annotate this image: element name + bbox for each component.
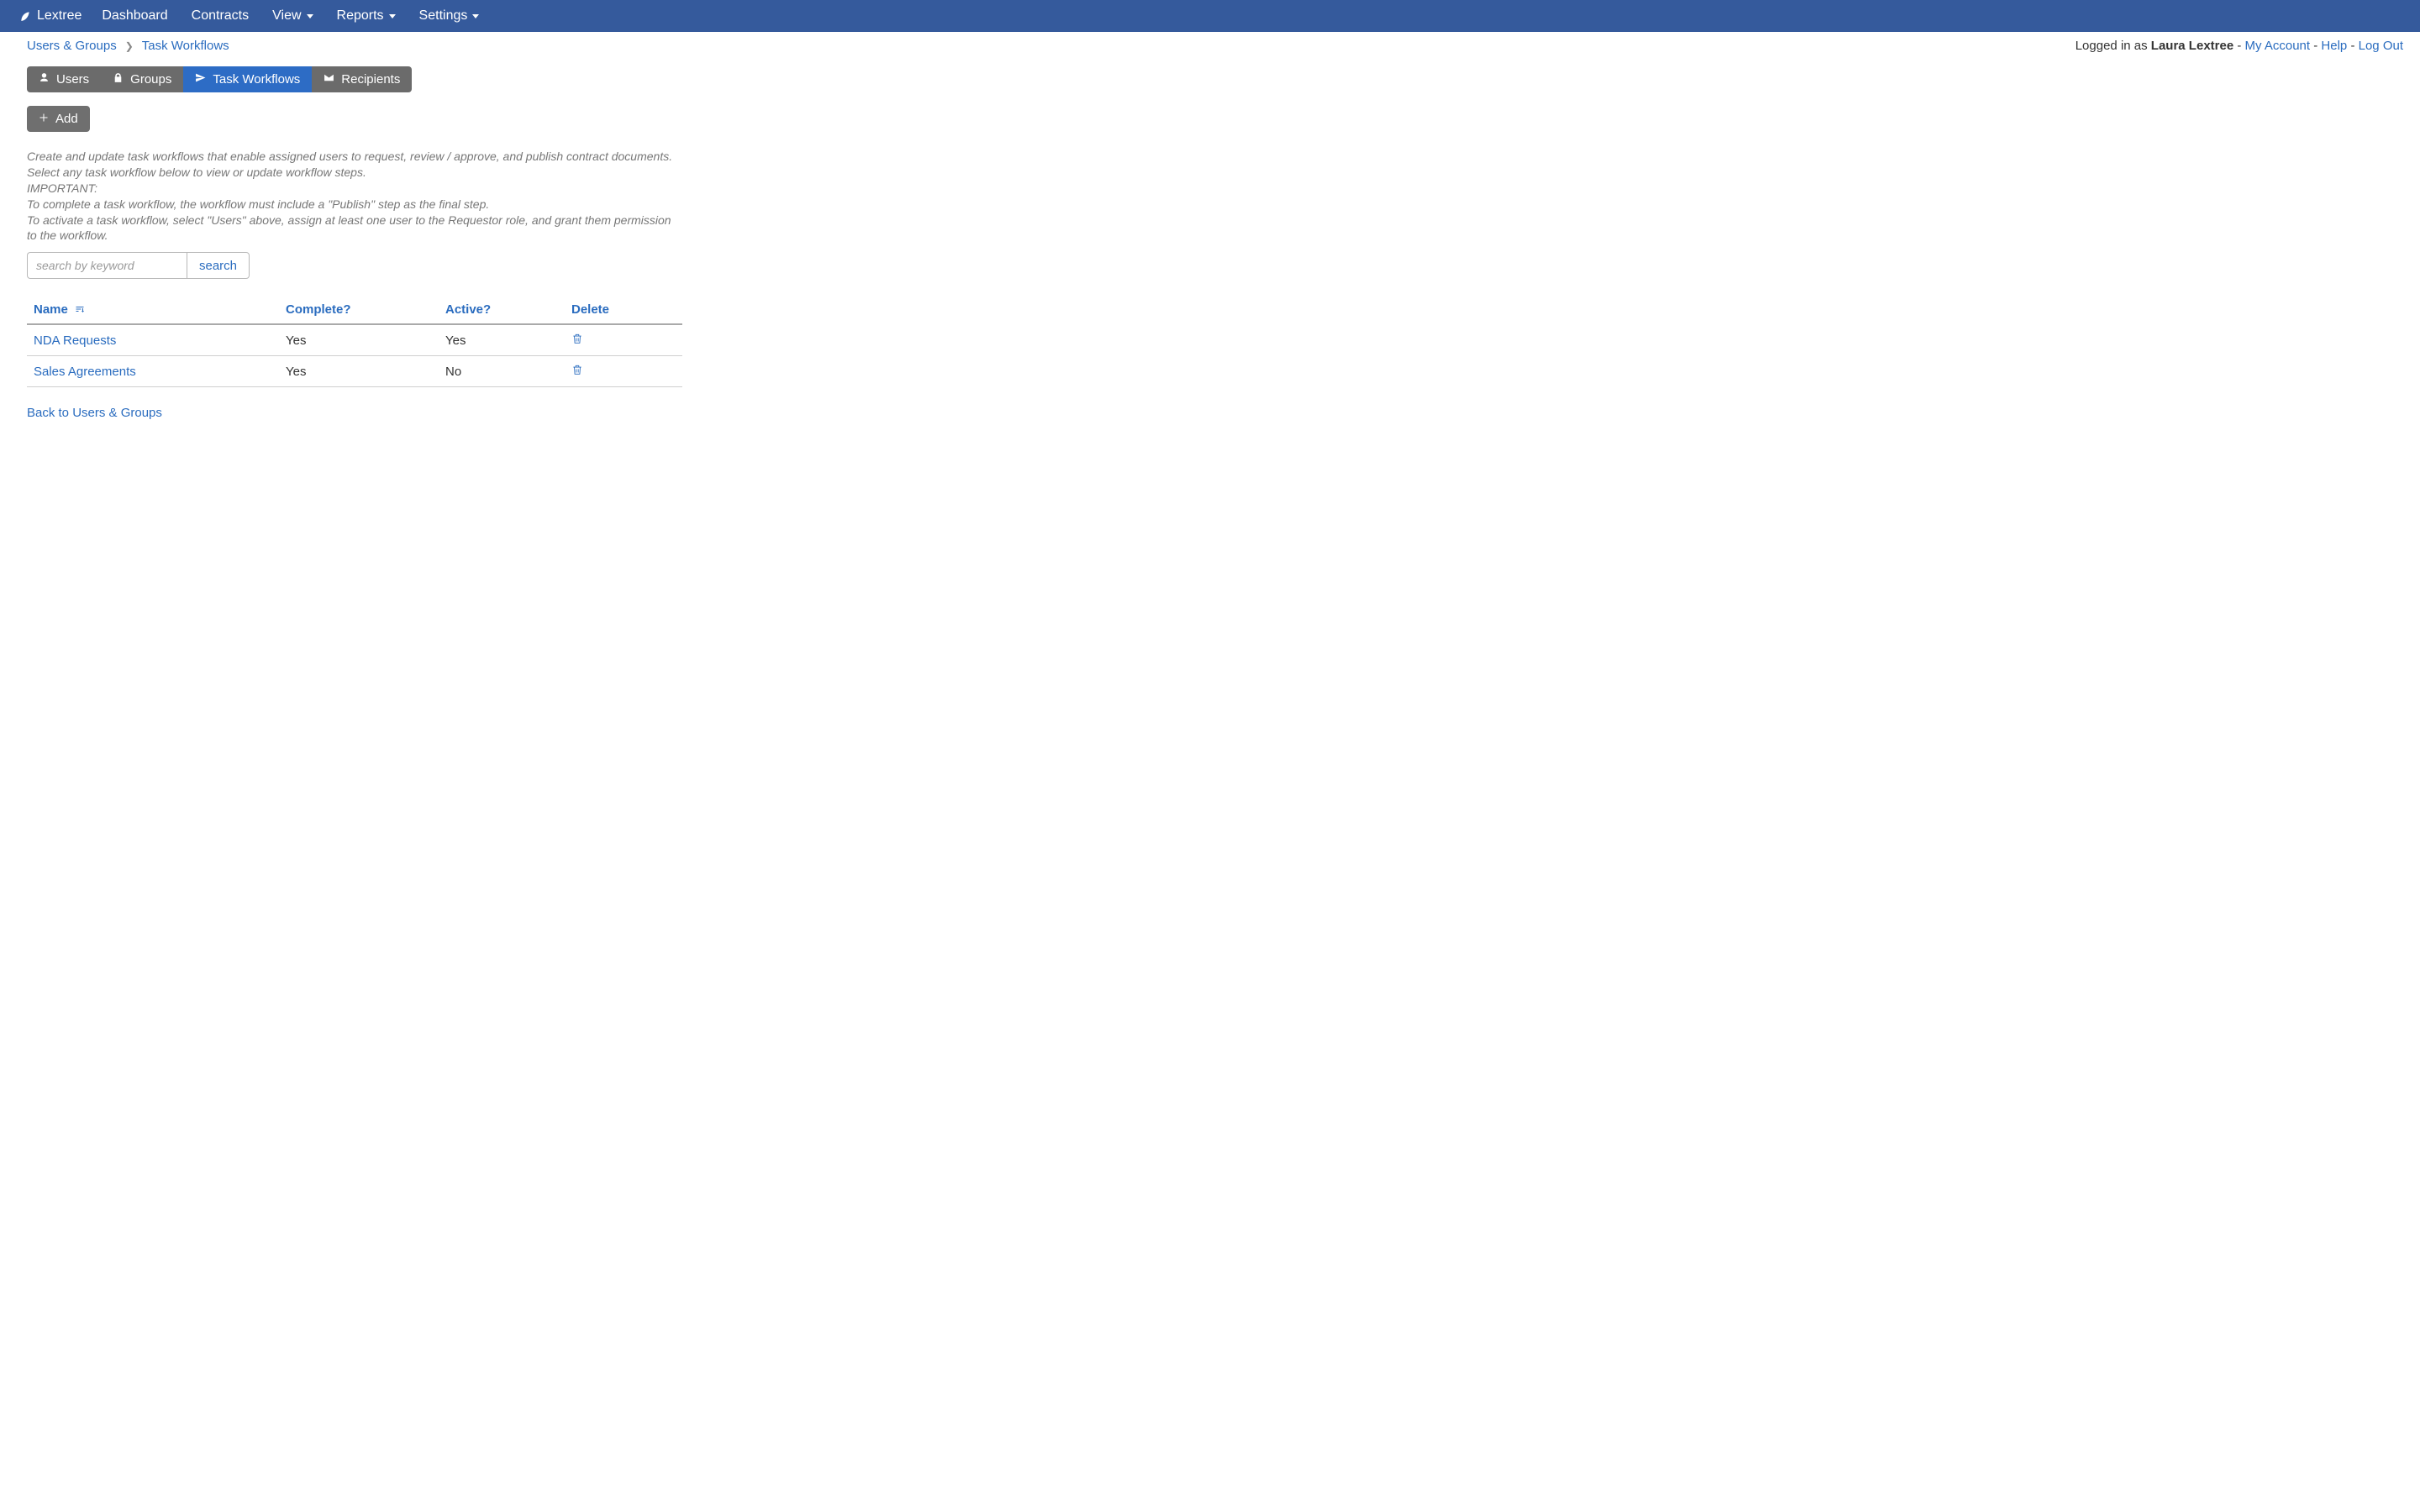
col-delete: Delete	[565, 296, 682, 324]
tab-task-workflows-label: Task Workflows	[213, 72, 300, 87]
nav-settings[interactable]: Settings	[408, 2, 492, 30]
add-button[interactable]: Add	[27, 106, 90, 132]
brand-label: Lextree	[37, 8, 82, 24]
table-row: Sales Agreements Yes No	[27, 356, 682, 387]
nav-view[interactable]: View	[260, 2, 324, 30]
nav-dashboard-label: Dashboard	[102, 8, 167, 24]
paper-plane-icon	[195, 72, 206, 87]
col-active-label: Active?	[445, 302, 491, 317]
tab-groups-label: Groups	[130, 72, 171, 87]
top-navbar: Lextree Dashboard Contracts View Reports…	[0, 0, 2420, 32]
nav-reports-label: Reports	[337, 8, 384, 24]
lock-icon	[113, 72, 124, 87]
breadcrumb-current[interactable]: Task Workflows	[142, 39, 229, 53]
search-input[interactable]	[27, 252, 187, 279]
workflow-active: Yes	[439, 324, 565, 356]
description-line3: To complete a task workflow, the workflo…	[27, 197, 682, 213]
col-name[interactable]: Name	[27, 296, 279, 324]
header-row: Users & Groups ❯ Task Workflows Logged i…	[0, 32, 2420, 60]
workflow-complete: Yes	[279, 356, 439, 387]
description-line2: IMPORTANT:	[27, 181, 682, 197]
back-link[interactable]: Back to Users & Groups	[27, 406, 162, 420]
content: Users Groups Task Workflows Recipients A…	[0, 66, 2420, 454]
sort-asc-icon	[71, 302, 85, 317]
plus-icon	[39, 112, 49, 126]
delete-button[interactable]	[571, 334, 583, 349]
chevron-right-icon: ❯	[125, 40, 134, 52]
tab-groups[interactable]: Groups	[101, 66, 183, 92]
nav-dashboard[interactable]: Dashboard	[90, 2, 179, 30]
breadcrumb: Users & Groups ❯ Task Workflows	[27, 39, 229, 53]
nav-contracts-label: Contracts	[192, 8, 249, 24]
nav-view-label: View	[272, 8, 301, 24]
col-name-label: Name	[34, 302, 68, 317]
workflow-active: No	[439, 356, 565, 387]
workflow-name-link[interactable]: Sales Agreements	[34, 365, 136, 379]
col-complete-label: Complete?	[286, 302, 351, 317]
trash-icon	[571, 365, 583, 380]
table-row: NDA Requests Yes Yes	[27, 324, 682, 356]
nav-settings-label: Settings	[419, 8, 468, 24]
logout-link[interactable]: Log Out	[2359, 39, 2403, 53]
caret-down-icon	[307, 14, 313, 18]
envelope-icon	[324, 72, 334, 87]
nav-reports[interactable]: Reports	[325, 2, 408, 30]
breadcrumb-root[interactable]: Users & Groups	[27, 39, 117, 53]
user-icon	[39, 72, 50, 87]
description: Create and update task workflows that en…	[27, 149, 682, 244]
account-user: Laura Lextree	[2151, 39, 2233, 53]
my-account-link[interactable]: My Account	[2245, 39, 2311, 53]
delete-button[interactable]	[571, 365, 583, 380]
help-link[interactable]: Help	[2321, 39, 2347, 53]
col-complete[interactable]: Complete?	[279, 296, 439, 324]
nav-contracts[interactable]: Contracts	[180, 2, 260, 30]
workflows-table: Name Complete? Active? Delete NDA Reques	[27, 296, 682, 387]
workflow-name-link[interactable]: NDA Requests	[34, 333, 116, 348]
tab-users-label: Users	[56, 72, 89, 87]
col-delete-label: Delete	[571, 302, 609, 317]
col-active[interactable]: Active?	[439, 296, 565, 324]
search-button[interactable]: search	[187, 252, 250, 279]
workflow-complete: Yes	[279, 324, 439, 356]
add-button-label: Add	[55, 112, 78, 126]
account-prefix: Logged in as	[2075, 39, 2151, 53]
description-line1: Create and update task workflows that en…	[27, 149, 682, 181]
tab-users[interactable]: Users	[27, 66, 101, 92]
trash-icon	[571, 334, 583, 349]
caret-down-icon	[472, 14, 479, 18]
description-line4: To activate a task workflow, select "Use…	[27, 213, 682, 244]
tab-recipients[interactable]: Recipients	[312, 66, 412, 92]
sub-tabs: Users Groups Task Workflows Recipients	[27, 66, 412, 92]
search-row: search	[27, 252, 250, 279]
account-info: Logged in as Laura Lextree - My Account …	[2075, 39, 2403, 53]
caret-down-icon	[389, 14, 396, 18]
leaf-icon	[18, 9, 32, 23]
tab-recipients-label: Recipients	[341, 72, 400, 87]
brand[interactable]: Lextree	[10, 2, 90, 30]
tab-task-workflows[interactable]: Task Workflows	[183, 66, 312, 92]
